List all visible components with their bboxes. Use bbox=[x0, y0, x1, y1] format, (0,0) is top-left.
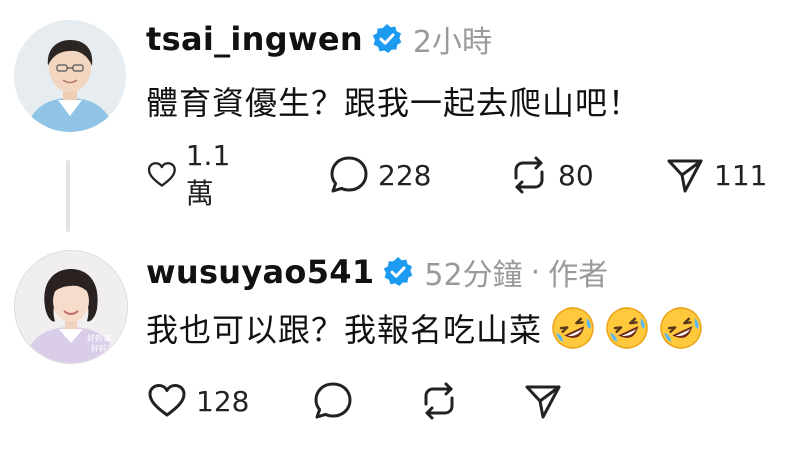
comment-icon bbox=[312, 380, 354, 422]
repost-button[interactable] bbox=[418, 376, 460, 426]
send-icon bbox=[664, 154, 706, 196]
username[interactable]: wusuyao541 bbox=[146, 253, 374, 291]
share-count: 111 bbox=[714, 158, 768, 192]
like-count: 1.1萬 bbox=[185, 138, 231, 210]
avatar-photo: 好鈴事 好鈴事 bbox=[15, 251, 127, 363]
repost-icon bbox=[418, 380, 460, 422]
repost-count: 80 bbox=[558, 158, 594, 192]
svg-text:好鈴事: 好鈴事 bbox=[87, 333, 111, 343]
post-header: wusuyao541 52分鐘 · 作者 bbox=[146, 249, 608, 295]
avatar[interactable] bbox=[14, 20, 126, 132]
post-header: tsai_ingwen 2小時 bbox=[146, 16, 492, 62]
send-icon bbox=[522, 380, 564, 422]
post-text: 體育資優生？跟我一起去爬山吧！ bbox=[146, 84, 642, 122]
repost-icon bbox=[508, 154, 550, 196]
like-button[interactable]: 1.1萬 bbox=[146, 139, 241, 210]
verified-badge-icon bbox=[382, 256, 414, 288]
reply-post-1: tsai_ingwen 2小時 體育資優生？跟我一起去爬山吧！ 1.1萬 228 bbox=[0, 0, 800, 245]
reply-post-2: 好鈴事 好鈴事 wusuyao541 52分鐘 · 作者 我也可以跟？我報名吃山… bbox=[0, 245, 800, 450]
repost-button[interactable]: 80 bbox=[508, 150, 594, 200]
like-count: 128 bbox=[196, 384, 250, 418]
rolling-on-floor-laughing-emoji-icon bbox=[550, 305, 596, 351]
svg-text:好鈴事: 好鈴事 bbox=[91, 343, 115, 353]
comment-icon bbox=[328, 154, 370, 196]
avatar-photo bbox=[14, 20, 126, 132]
comment-button[interactable] bbox=[312, 376, 354, 426]
verified-badge-icon bbox=[371, 23, 403, 55]
meta-separator: · bbox=[530, 254, 541, 290]
heart-icon bbox=[146, 380, 188, 422]
comment-count: 228 bbox=[378, 158, 432, 192]
heart-icon bbox=[146, 154, 178, 196]
share-button[interactable]: 111 bbox=[664, 150, 767, 200]
author-label: 作者 bbox=[548, 258, 609, 293]
avatar[interactable]: 好鈴事 好鈴事 bbox=[14, 250, 128, 364]
rolling-on-floor-laughing-emoji-icon bbox=[658, 305, 704, 351]
share-button[interactable] bbox=[522, 376, 564, 426]
rolling-on-floor-laughing-emoji-icon bbox=[604, 305, 650, 351]
post-text-content: 我也可以跟？我報名吃山菜 bbox=[146, 311, 543, 349]
like-button[interactable]: 128 bbox=[146, 376, 249, 426]
post-time: 52分鐘 bbox=[424, 258, 523, 293]
post-text: 我也可以跟？我報名吃山菜 bbox=[146, 305, 704, 355]
post-time: 2小時 bbox=[412, 25, 493, 60]
comment-button[interactable]: 228 bbox=[328, 150, 431, 200]
thread-line bbox=[66, 160, 70, 232]
username[interactable]: tsai_ingwen bbox=[146, 20, 363, 58]
